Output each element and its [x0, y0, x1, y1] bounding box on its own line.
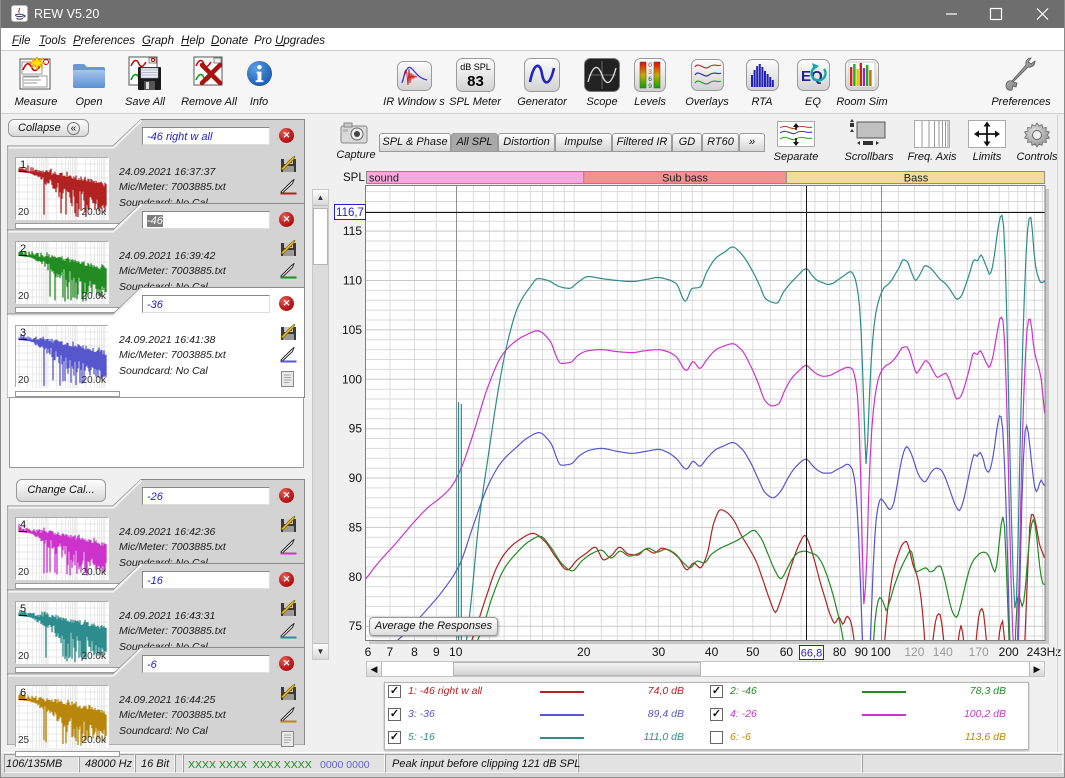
svg-text:140: 140 — [933, 645, 953, 659]
svg-text:200: 200 — [999, 645, 1019, 659]
svg-text:100: 100 — [871, 645, 891, 659]
svg-text:80: 80 — [349, 570, 363, 584]
svg-text:60: 60 — [780, 645, 794, 659]
svg-text:0: 0 — [648, 62, 652, 69]
svg-text:116,7: 116,7 — [336, 207, 364, 219]
svg-text:80: 80 — [833, 645, 847, 659]
svg-text:Sub bass: Sub bass — [662, 173, 708, 185]
svg-text:95: 95 — [349, 422, 363, 436]
svg-text:sound: sound — [369, 173, 399, 185]
svg-text:6: 6 — [365, 645, 372, 659]
svg-text:40: 40 — [705, 645, 719, 659]
svg-text:110: 110 — [343, 274, 362, 288]
svg-text:83: 83 — [467, 73, 484, 90]
svg-text:90: 90 — [349, 471, 363, 485]
svg-text:20: 20 — [577, 645, 591, 659]
svg-text:10: 10 — [449, 645, 463, 659]
svg-text:9: 9 — [433, 645, 440, 659]
svg-text:170: 170 — [969, 645, 989, 659]
svg-text:50: 50 — [746, 645, 760, 659]
svg-text:85: 85 — [349, 520, 363, 534]
svg-text:66,8: 66,8 — [801, 648, 822, 660]
svg-text:75: 75 — [349, 619, 363, 633]
svg-text:115: 115 — [343, 224, 362, 238]
svg-text:120: 120 — [904, 645, 924, 659]
svg-text:3: 3 — [648, 69, 652, 76]
svg-text:9: 9 — [648, 83, 652, 90]
svg-text:Bass: Bass — [904, 173, 929, 185]
svg-text:6: 6 — [648, 76, 652, 83]
svg-text:SPL: SPL — [343, 172, 365, 184]
svg-text:30: 30 — [652, 645, 666, 659]
svg-text:7: 7 — [387, 645, 394, 659]
svg-text:8: 8 — [411, 645, 418, 659]
svg-text:90: 90 — [855, 645, 869, 659]
svg-text:dB SPL: dB SPL — [460, 62, 491, 72]
svg-text:105: 105 — [342, 323, 362, 337]
svg-text:100: 100 — [342, 372, 362, 386]
